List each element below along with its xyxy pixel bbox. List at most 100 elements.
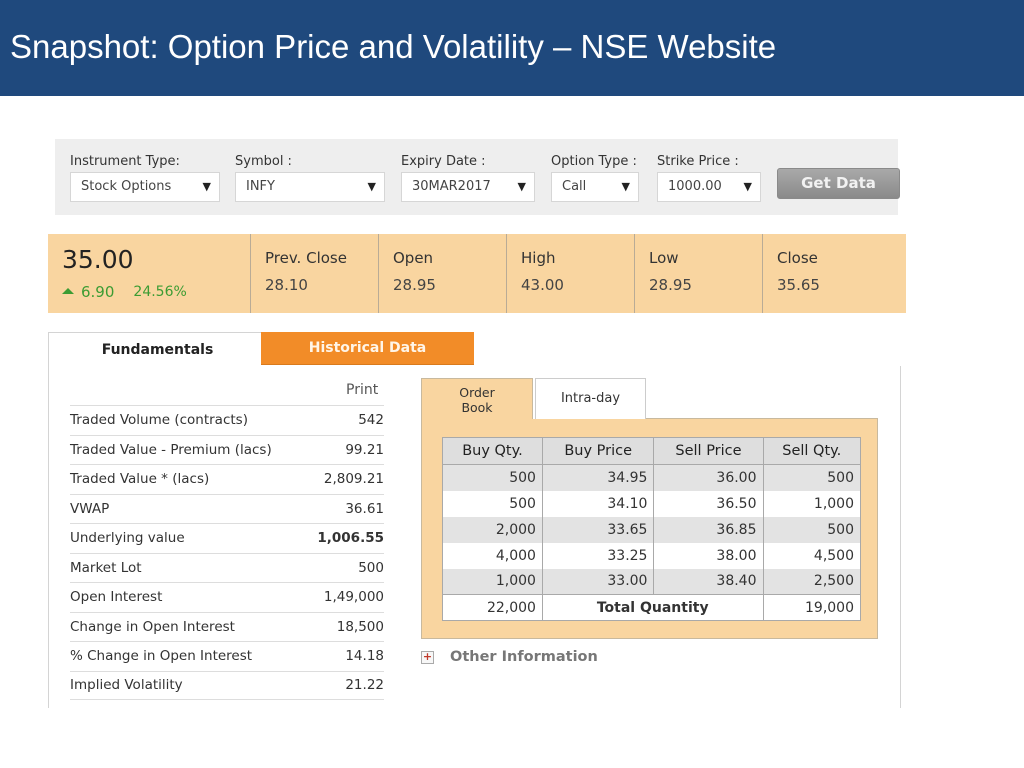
symbol-label: Symbol : (235, 154, 292, 169)
order-book-panel: Buy Qty. Buy Price Sell Price Sell Qty. … (421, 419, 878, 639)
buy-qty-cell: 1,000 (442, 568, 543, 595)
buy-price-cell: 34.95 (541, 464, 655, 491)
option-type-field: Option Type : Call ▼ (551, 153, 639, 202)
dropdown-arrow-icon: ▼ (367, 180, 376, 193)
symbol-value: INFY (246, 179, 275, 194)
expand-plus-icon[interactable]: + (421, 650, 434, 664)
option-type-label: Option Type : (551, 154, 637, 169)
other-information-label: Other Information (450, 649, 598, 665)
symbol-select[interactable]: INFY ▼ (235, 172, 385, 202)
sell-qty-cell: 500 (762, 516, 862, 543)
total-sell-qty: 19,000 (762, 594, 862, 621)
order-book-row: 1,000 33.00 38.40 2,500 (442, 568, 862, 595)
row-value: 99.21 (345, 441, 384, 458)
header-sell-qty: Sell Qty. (762, 437, 862, 465)
tab-order-book[interactable]: Order Book (421, 378, 533, 420)
sell-qty-cell: 4,500 (762, 542, 862, 569)
slide-title: Snapshot: Option Price and Volatility – … (10, 28, 777, 65)
other-information-toggle[interactable]: + Other Information (421, 649, 598, 665)
tab-fundamentals[interactable]: Fundamentals (48, 332, 261, 365)
tab-intraday[interactable]: Intra-day (535, 378, 646, 419)
get-data-button[interactable]: Get Data (777, 168, 900, 199)
buy-price-cell: 33.65 (541, 516, 655, 543)
close-block: Close 35.65 (763, 234, 906, 313)
buy-qty-cell: 500 (442, 464, 543, 491)
buy-price-cell: 34.10 (541, 490, 655, 517)
up-arrow-icon (62, 287, 74, 294)
row-value: 542 (358, 412, 384, 429)
high-value: 43.00 (521, 276, 564, 294)
sell-price-cell: 36.50 (653, 490, 764, 517)
row-label: Traded Volume (contracts) (70, 412, 248, 429)
buy-qty-cell: 2,000 (442, 516, 543, 543)
sell-qty-cell: 500 (762, 464, 862, 491)
tab-order-book-label: Order Book (459, 385, 495, 415)
slide-title-bar: Snapshot: Option Price and Volatility – … (0, 0, 1024, 96)
last-price: 35.00 (62, 245, 134, 274)
fundamentals-row: Implied Volatility 21.22 (70, 670, 384, 700)
dropdown-arrow-icon: ▼ (743, 180, 752, 193)
row-label: % Change in Open Interest (70, 648, 253, 665)
sell-price-cell: 36.00 (653, 464, 764, 491)
order-book-row: 500 34.10 36.50 1,000 (442, 490, 862, 517)
instrument-type-select[interactable]: Stock Options ▼ (70, 172, 220, 202)
row-label: Change in Open Interest (70, 618, 235, 635)
sell-qty-cell: 1,000 (762, 490, 862, 517)
close-value: 35.65 (777, 276, 820, 294)
dropdown-arrow-icon: ▼ (621, 180, 630, 193)
change-value: 6.90 (81, 283, 115, 301)
total-buy-qty: 22,000 (442, 594, 543, 621)
total-quantity-label: Total Quantity (541, 594, 764, 621)
buy-price-cell: 33.25 (541, 542, 655, 569)
order-book-total-row: 22,000 Total Quantity 19,000 (442, 594, 862, 621)
row-value: 36.61 (345, 500, 384, 517)
row-label: Market Lot (70, 559, 142, 576)
high-block: High 43.00 (507, 234, 635, 313)
dropdown-arrow-icon: ▼ (202, 180, 211, 193)
order-book-row: 4,000 33.25 38.00 4,500 (442, 542, 862, 569)
buy-price-cell: 33.00 (541, 568, 655, 595)
print-link[interactable]: Print (346, 382, 378, 398)
expiry-date-field: Expiry Date : 30MAR2017 ▼ (401, 153, 535, 202)
low-label: Low (649, 249, 679, 267)
row-value: 500 (358, 559, 384, 576)
option-search-form: Instrument Type: Stock Options ▼ Symbol … (55, 139, 900, 215)
close-label: Close (777, 249, 818, 267)
row-label: VWAP (70, 500, 110, 517)
fundamentals-row: Traded Value - Premium (lacs) 99.21 (70, 434, 384, 465)
change-percent: 24.56% (133, 284, 187, 300)
low-value: 28.95 (649, 276, 692, 294)
strike-price-value: 1000.00 (668, 179, 722, 194)
fundamentals-table: Traded Volume (contracts) 542 Traded Val… (70, 405, 384, 700)
order-book-row: 2,000 33.65 36.85 500 (442, 516, 862, 543)
header-buy-qty: Buy Qty. (442, 437, 543, 465)
row-value: 1,006.55 (317, 530, 384, 547)
header-buy-price: Buy Price (541, 437, 655, 465)
price-change: 6.90 24.56% (62, 283, 250, 301)
strike-price-select[interactable]: 1000.00 ▼ (657, 172, 761, 202)
expiry-date-value: 30MAR2017 (412, 179, 491, 194)
row-value: 2,809.21 (323, 471, 384, 488)
prev-close-block: Prev. Close 28.10 (251, 234, 379, 313)
header-sell-price: Sell Price (653, 437, 764, 465)
panel-border (900, 366, 901, 708)
expiry-date-select[interactable]: 30MAR2017 ▼ (401, 172, 535, 202)
sell-price-cell: 36.85 (653, 516, 764, 543)
instrument-type-field: Instrument Type: Stock Options ▼ (70, 153, 220, 202)
last-price-block: 35.00 6.90 24.56% (48, 234, 251, 313)
open-value: 28.95 (393, 276, 436, 294)
prev-close-label: Prev. Close (265, 249, 347, 267)
sell-qty-cell: 2,500 (762, 568, 862, 595)
row-value: 18,500 (336, 618, 384, 635)
fundamentals-row: % Change in Open Interest 14.18 (70, 641, 384, 671)
order-book-row: 500 34.95 36.00 500 (442, 464, 862, 491)
low-block: Low 28.95 (635, 234, 763, 313)
row-value: 14.18 (345, 648, 384, 665)
option-type-select[interactable]: Call ▼ (551, 172, 639, 202)
open-label: Open (393, 249, 434, 267)
symbol-field: Symbol : INFY ▼ (235, 153, 385, 202)
panel-border (48, 332, 49, 708)
buy-qty-cell: 4,000 (442, 542, 543, 569)
sell-price-cell: 38.40 (653, 568, 764, 595)
tab-historical-data[interactable]: Historical Data (261, 332, 474, 365)
